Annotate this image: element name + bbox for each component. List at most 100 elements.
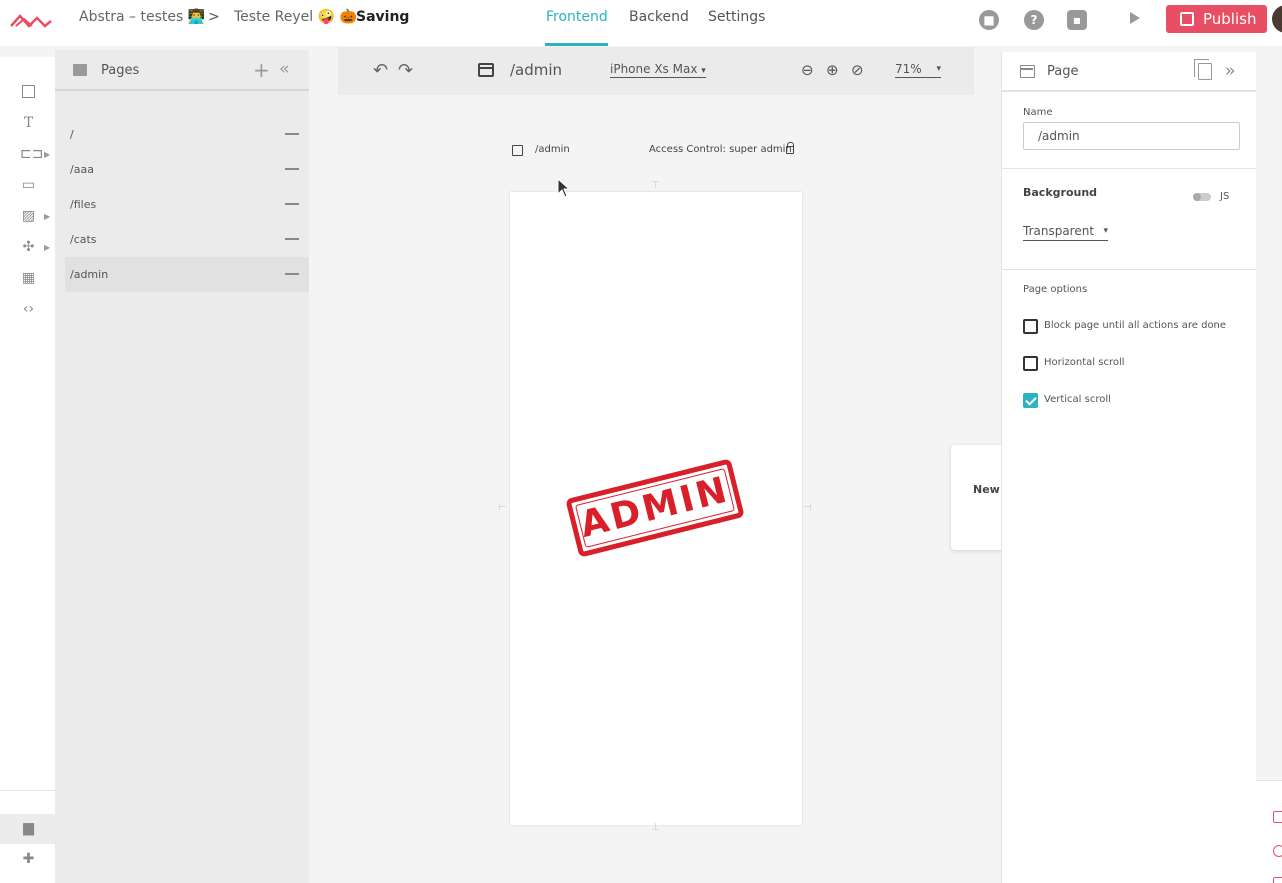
tab-settings[interactable]: Settings bbox=[708, 9, 765, 25]
block-page-checkbox[interactable] bbox=[1023, 319, 1038, 334]
access-control-label[interactable]: Access Control: super admin bbox=[649, 144, 792, 155]
external-link-icon bbox=[1180, 12, 1194, 26]
flow-icon[interactable] bbox=[1273, 845, 1282, 857]
redo-icon[interactable]: ↷ bbox=[398, 60, 413, 81]
zoom-value: 71% bbox=[895, 62, 922, 76]
abstra-logo-icon[interactable] bbox=[10, 10, 52, 30]
chevron-right-icon: > bbox=[208, 9, 220, 25]
top-bar: Abstra – testes 👨‍💻 > Teste Reyel 🤪 🎃 Sa… bbox=[0, 0, 1282, 46]
page-icon bbox=[1020, 65, 1035, 78]
publish-label: Publish bbox=[1203, 10, 1257, 28]
frame-icon[interactable] bbox=[1273, 811, 1282, 823]
chevron-down-icon: ▾ bbox=[936, 64, 941, 74]
extensions-icon[interactable]: ✚ bbox=[20, 852, 37, 867]
page-name-field[interactable] bbox=[1023, 122, 1240, 150]
background-value: Transparent bbox=[1023, 224, 1095, 238]
help-icon[interactable]: ? bbox=[1024, 10, 1044, 30]
expand-arrow-icon[interactable]: ▶ bbox=[44, 212, 50, 221]
remove-page-icon[interactable] bbox=[285, 133, 299, 135]
page-item[interactable]: / bbox=[65, 117, 309, 152]
saving-status: Saving bbox=[356, 9, 410, 25]
remove-page-icon[interactable] bbox=[285, 238, 299, 240]
node-icon[interactable] bbox=[1273, 877, 1282, 883]
option-horizontal-scroll[interactable]: Horizontal scroll bbox=[1023, 356, 1253, 372]
option-label: Block page until all actions are done bbox=[1044, 320, 1227, 331]
pages-panel: Pages + ‹‹ / /aaa /files /cats /admin bbox=[55, 50, 309, 883]
page-path: /cats bbox=[70, 233, 97, 246]
table-icon[interactable]: ▦ bbox=[20, 271, 37, 286]
resize-handle-top[interactable]: ⊤ bbox=[651, 180, 660, 191]
code-icon[interactable]: ‹› bbox=[20, 302, 37, 317]
zoom-in-icon[interactable]: ⊕ bbox=[826, 61, 839, 79]
resize-handle-left[interactable]: ⊢ bbox=[498, 502, 507, 513]
canvas-page-path: /admin bbox=[510, 61, 563, 79]
section-divider bbox=[1002, 269, 1256, 270]
avatar[interactable] bbox=[1272, 5, 1282, 33]
page-item-selected[interactable]: /admin bbox=[65, 257, 309, 292]
properties-title: Page bbox=[1047, 64, 1079, 79]
stop-icon[interactable]: ■ bbox=[979, 10, 999, 30]
page-path: /aaa bbox=[70, 163, 94, 176]
option-label: Vertical scroll bbox=[1044, 394, 1111, 405]
input-icon[interactable]: ⊏⊐ bbox=[20, 147, 43, 162]
publish-button[interactable]: Publish bbox=[1166, 5, 1267, 33]
undo-icon[interactable]: ↶ bbox=[373, 60, 388, 81]
page-path: /files bbox=[70, 198, 97, 211]
mouse-cursor-icon bbox=[557, 178, 569, 198]
remove-page-icon[interactable] bbox=[285, 168, 299, 170]
text-icon[interactable]: T bbox=[20, 116, 37, 131]
expand-arrow-icon[interactable]: ▶ bbox=[44, 243, 50, 252]
zoom-select[interactable]: 71% ▾ bbox=[895, 62, 941, 78]
workspace-breadcrumb[interactable]: Teste Reyel 🤪 🎃 bbox=[234, 9, 357, 25]
pages-icon[interactable]: ▆ bbox=[20, 821, 37, 836]
page-icon bbox=[512, 145, 523, 156]
play-icon[interactable] bbox=[1130, 12, 1140, 24]
page-path: /admin bbox=[70, 268, 109, 281]
zoom-out-icon[interactable]: ⊖ bbox=[801, 61, 814, 79]
js-label: JS bbox=[1220, 191, 1230, 202]
collapse-panel-icon[interactable]: ›› bbox=[1225, 61, 1235, 81]
remove-page-icon[interactable] bbox=[285, 203, 299, 205]
add-page-icon[interactable]: + bbox=[253, 58, 270, 82]
collapse-panel-icon[interactable]: ‹‹ bbox=[279, 59, 289, 79]
remove-page-icon[interactable] bbox=[285, 273, 299, 275]
vertical-scroll-checkbox[interactable] bbox=[1023, 393, 1038, 408]
option-label: Horizontal scroll bbox=[1044, 357, 1125, 368]
js-toggle[interactable] bbox=[1193, 193, 1211, 201]
name-label: Name bbox=[1023, 107, 1053, 118]
select-icon[interactable]: ▭ bbox=[20, 178, 37, 193]
save-icon[interactable]: ▪ bbox=[1067, 10, 1087, 30]
chevron-down-icon: ▾ bbox=[1103, 226, 1108, 236]
plugin-icon[interactable]: ✣ bbox=[20, 240, 37, 255]
canvas-toolbar: ↶ ↷ /admin iPhone Xs Max ▾ ⊖ ⊕ ⊘ 71% ▾ bbox=[338, 47, 974, 95]
pages-title: Pages bbox=[101, 63, 140, 78]
resize-handle-right[interactable]: ⊣ bbox=[803, 502, 812, 513]
pages-header: Pages + ‹‹ bbox=[55, 50, 309, 91]
page-options-title: Page options bbox=[1023, 284, 1088, 295]
page-item[interactable]: /aaa bbox=[65, 152, 309, 187]
resize-handle-bottom[interactable]: ⊥ bbox=[651, 822, 660, 833]
expand-arrow-icon[interactable]: ▶ bbox=[44, 150, 50, 159]
option-block-page[interactable]: Block page until all actions are done bbox=[1023, 319, 1253, 335]
properties-header: Page ›› bbox=[1002, 52, 1256, 92]
tab-frontend[interactable]: Frontend bbox=[546, 9, 608, 25]
right-edge-strip bbox=[1256, 780, 1282, 883]
component-rail: T ⊏⊐ ▶ ▭ ▨ ▶ ✣ ▶ ▦ ‹› ▆ ✚ bbox=[0, 57, 55, 883]
container-icon[interactable] bbox=[20, 85, 37, 100]
copy-icon[interactable] bbox=[1194, 59, 1212, 80]
page-path: / bbox=[70, 128, 74, 141]
image-icon[interactable]: ▨ bbox=[20, 209, 37, 224]
background-select[interactable]: Transparent ▾ bbox=[1023, 224, 1108, 241]
horizontal-scroll-checkbox[interactable] bbox=[1023, 356, 1038, 371]
device-select[interactable]: iPhone Xs Max ▾ bbox=[610, 62, 706, 78]
page-item[interactable]: /cats bbox=[65, 222, 309, 257]
zoom-reset-icon[interactable]: ⊘ bbox=[851, 61, 864, 79]
pages-icon bbox=[73, 64, 87, 76]
rail-divider bbox=[0, 790, 55, 791]
properties-panel: Page ›› Name Background JS Transparent▾ … bbox=[1002, 52, 1256, 883]
option-vertical-scroll[interactable]: Vertical scroll bbox=[1023, 393, 1253, 409]
page-item[interactable]: /files bbox=[65, 187, 309, 222]
tab-backend[interactable]: Backend bbox=[629, 9, 689, 25]
chevron-down-icon: ▾ bbox=[701, 66, 706, 76]
project-breadcrumb[interactable]: Abstra – testes 👨‍💻 bbox=[79, 9, 205, 25]
